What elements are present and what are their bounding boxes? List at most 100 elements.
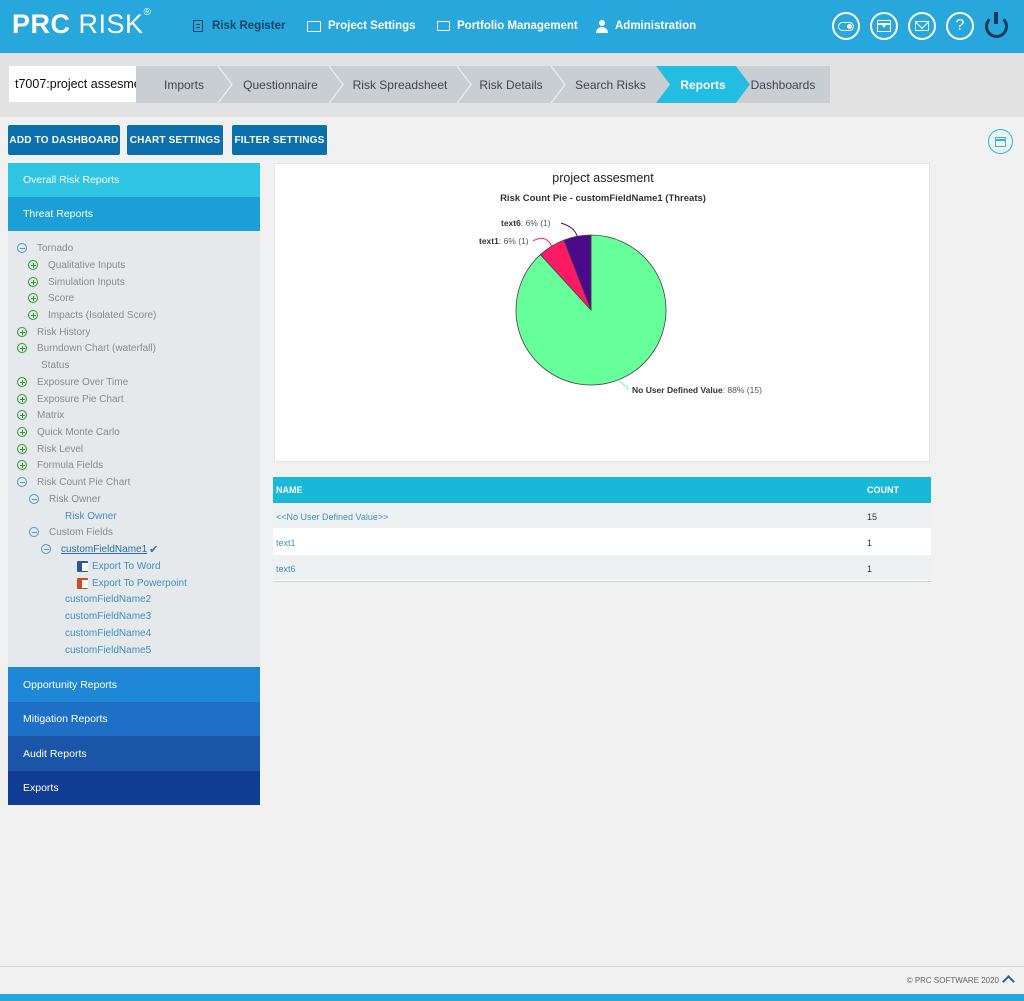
export-to-word-link[interactable]: Export To Word [77, 559, 161, 573]
pie-chart: No User Defined Value: 88% (15)text1: 6%… [275, 164, 931, 463]
pie-data-label: text6: 6% (1) [501, 218, 551, 228]
expand-icon[interactable] [28, 310, 38, 320]
nav-label: Risk Register [212, 20, 286, 32]
export-report-button[interactable] [988, 129, 1013, 154]
collapse-icon[interactable] [29, 494, 39, 504]
expand-icon[interactable] [28, 260, 38, 270]
tree-status[interactable]: Status [41, 358, 69, 372]
expand-icon[interactable] [17, 427, 27, 437]
tree-risk-owner[interactable]: Risk Owner [65, 509, 117, 523]
section-overall-risk-reports[interactable]: Overall Risk Reports [8, 163, 260, 197]
nav-label: Administration [615, 20, 696, 32]
expand-icon[interactable] [28, 293, 38, 303]
expand-icon[interactable] [17, 394, 27, 404]
expand-icon[interactable] [17, 410, 27, 420]
expand-icon[interactable] [28, 277, 38, 287]
tree-custom-field-2[interactable]: customFieldName2 [65, 592, 151, 606]
section-audit-reports[interactable]: Audit Reports [8, 736, 260, 771]
export-icon [995, 137, 1006, 147]
tree-simulation-inputs[interactable]: Simulation Inputs [28, 275, 125, 289]
nav-project-settings[interactable]: Project Settings [307, 18, 416, 34]
tree-exposure-over-time[interactable]: Exposure Over Time [17, 375, 128, 389]
tree-risk-owner-group[interactable]: Risk Owner [29, 492, 101, 506]
pie-label-connector [533, 238, 552, 246]
expand-icon[interactable] [17, 444, 27, 454]
nav-label: Portfolio Management [457, 20, 578, 32]
table-header: NAME COUNT [273, 477, 931, 503]
nav-risk-register[interactable]: Risk Register [193, 18, 286, 34]
table-row[interactable]: <<No User Defined Value>> 15 [273, 503, 931, 529]
pie-label-connector [561, 223, 577, 236]
risk-count-table: NAME COUNT <<No User Defined Value>> 15 … [273, 477, 931, 582]
section-threat-reports[interactable]: Threat Reports [8, 197, 260, 231]
chart-settings-button[interactable]: CHART SETTINGS [127, 125, 223, 155]
tree-exposure-pie-chart[interactable]: Exposure Pie Chart [17, 392, 124, 406]
chart-panel: project assesment Risk Count Pie - custo… [274, 163, 930, 462]
collapse-icon[interactable] [17, 243, 27, 253]
tree-tornado[interactable]: Tornado [17, 241, 73, 255]
tree-impacts[interactable]: Impacts (Isolated Score) [28, 308, 156, 322]
collapse-icon[interactable] [17, 477, 27, 487]
top-header: PRC RISK® Risk Register Project Settings… [0, 0, 1024, 53]
tree-custom-field-5[interactable]: customFieldName5 [65, 643, 151, 657]
copyright: © PRC SOFTWARE 2020 [907, 976, 999, 985]
filter-settings-button[interactable]: FILTER SETTINGS [232, 125, 327, 155]
row-count: 1 [867, 538, 872, 548]
toggle-button[interactable] [832, 12, 860, 40]
table-row[interactable]: text6 1 [273, 555, 931, 581]
section-mitigation-reports[interactable]: Mitigation Reports [8, 702, 260, 736]
mail-button[interactable] [908, 12, 936, 40]
tree-burndown-chart[interactable]: Burndown Chart (waterfall) [17, 341, 156, 355]
tree-custom-fields[interactable]: Custom Fields [29, 525, 113, 539]
threat-report-tree: Tornado Qualitative Inputs Simulation In… [8, 231, 260, 667]
expand-icon[interactable] [17, 460, 27, 470]
tree-formula-fields[interactable]: Formula Fields [17, 458, 103, 472]
tree-score[interactable]: Score [28, 291, 74, 305]
tree-risk-history[interactable]: Risk History [17, 325, 90, 339]
tree-custom-field-4[interactable]: customFieldName4 [65, 626, 151, 640]
mail-icon [915, 21, 929, 31]
collapse-icon[interactable] [41, 544, 51, 554]
row-name[interactable]: text1 [276, 538, 296, 548]
user-icon [596, 20, 608, 33]
tree-quick-monte-carlo[interactable]: Quick Monte Carlo [17, 425, 120, 439]
nav-administration[interactable]: Administration [596, 18, 696, 34]
nav-portfolio-management[interactable]: Portfolio Management [437, 18, 578, 34]
section-opportunity-reports[interactable]: Opportunity Reports [8, 667, 260, 702]
tab-separators [136, 66, 836, 103]
help-button[interactable]: ? [946, 12, 974, 40]
tree-risk-count-pie-chart[interactable]: Risk Count Pie Chart [17, 475, 130, 489]
settings-icon [307, 21, 321, 32]
row-name[interactable]: text6 [276, 564, 296, 574]
tree-matrix[interactable]: Matrix [17, 408, 64, 422]
tree-custom-field-1[interactable]: customFieldName1✔ [41, 542, 158, 556]
app-logo[interactable]: PRC RISK® [12, 9, 151, 40]
expand-icon[interactable] [17, 343, 27, 353]
footer-divider [0, 966, 1024, 967]
expand-icon[interactable] [17, 377, 27, 387]
pie-data-label: No User Defined Value: 88% (15) [632, 385, 762, 395]
collapse-icon[interactable] [29, 527, 39, 537]
export-window-button[interactable] [870, 12, 898, 40]
row-name[interactable]: <<No User Defined Value>> [276, 512, 388, 522]
check-icon: ✔ [149, 543, 158, 556]
column-header-count[interactable]: COUNT [867, 485, 899, 495]
add-to-dashboard-button[interactable]: ADD TO DASHBOARD [8, 125, 120, 155]
tree-risk-level[interactable]: Risk Level [17, 442, 83, 456]
tree-qualitative-inputs[interactable]: Qualitative Inputs [28, 258, 125, 272]
project-title: t7007:project assesmen [9, 66, 136, 102]
expand-icon[interactable] [17, 327, 27, 337]
bottom-bar [0, 994, 1024, 1001]
folder-icon [437, 21, 450, 31]
table-row[interactable]: text1 1 [273, 529, 931, 555]
export-to-powerpoint-link[interactable]: Export To Powerpoint [77, 576, 187, 590]
register-icon [193, 20, 203, 32]
help-icon: ? [956, 17, 965, 35]
column-header-name[interactable]: NAME [276, 485, 303, 495]
scroll-top-icon[interactable] [1002, 975, 1015, 988]
row-count: 1 [867, 564, 872, 574]
row-count: 15 [867, 512, 877, 522]
section-exports[interactable]: Exports [8, 771, 260, 805]
tree-custom-field-3[interactable]: customFieldName3 [65, 609, 151, 623]
logout-button[interactable] [983, 12, 1010, 40]
